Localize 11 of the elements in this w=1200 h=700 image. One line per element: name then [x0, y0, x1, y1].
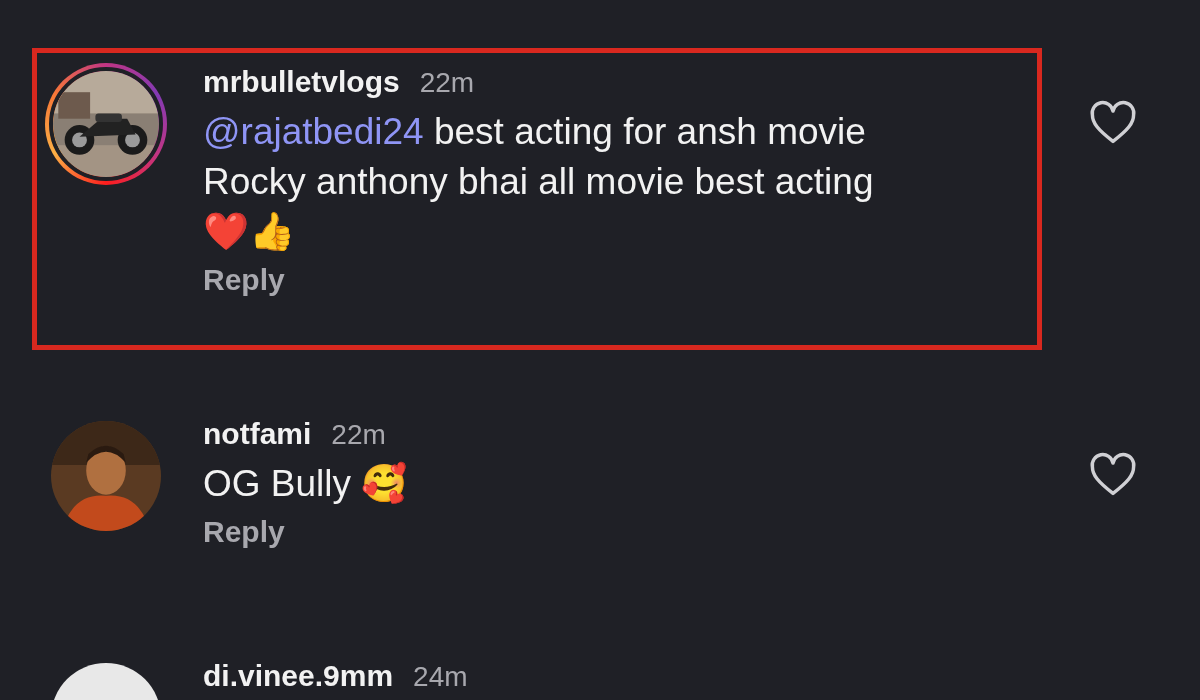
- username[interactable]: notfami: [203, 417, 312, 451]
- username[interactable]: di.vinee.9mm: [203, 659, 394, 693]
- comment-text: OG Bully 🥰: [203, 460, 409, 506]
- comment-text: @rajatbedi24 best acting for ansh movie Rocky anthony bhai all movie best acting ❤👍: [203, 110, 875, 254]
- timestamp: 22m: [419, 67, 475, 99]
- timestamp: 22m: [331, 419, 386, 451]
- username[interactable]: mrbulletvlogs: [203, 65, 400, 99]
- mention-link[interactable]: @rajatbedi24: [203, 111, 424, 152]
- reply-button[interactable]: Reply: [203, 263, 285, 297]
- timestamp: 24m: [413, 661, 468, 693]
- reply-button[interactable]: Reply: [203, 515, 285, 549]
